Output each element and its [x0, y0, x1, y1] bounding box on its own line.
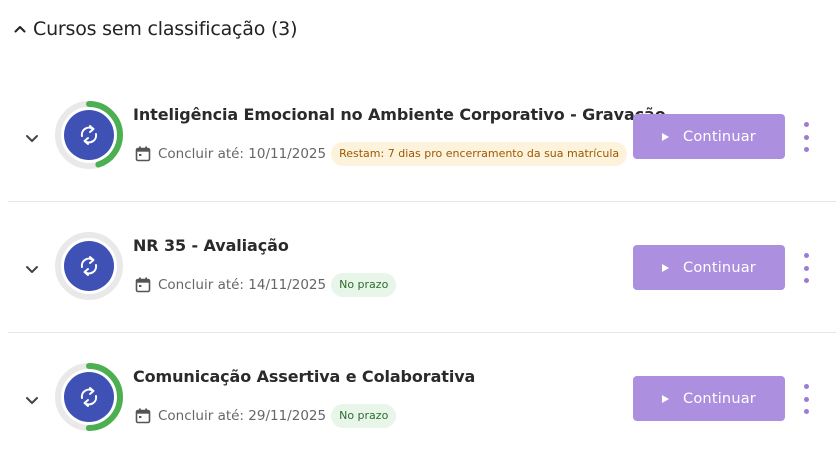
status-badge: No prazo	[331, 273, 397, 297]
section-title: Cursos sem classificação (3)	[33, 18, 298, 40]
course-row: Comunicação Assertiva e Colaborativa Con…	[8, 333, 836, 463]
more-options-icon[interactable]	[799, 253, 813, 283]
chevron-down-icon[interactable]	[22, 390, 42, 410]
continue-button[interactable]: Continuar	[633, 114, 785, 159]
course-meta: Concluir até: 10/11/2025 Restam: 7 dias …	[135, 139, 628, 169]
due-date: Concluir até: 14/11/2025	[158, 277, 327, 293]
progress-ring	[54, 362, 124, 432]
continue-button[interactable]: Continuar	[633, 245, 785, 290]
course-meta: Concluir até: 29/11/2025 No prazo	[135, 401, 397, 431]
calendar-icon	[135, 277, 151, 293]
more-options-icon[interactable]	[799, 122, 813, 152]
chevron-up-icon[interactable]	[13, 22, 27, 36]
progress-ring	[54, 100, 124, 170]
progress-ring	[54, 231, 124, 301]
course-meta: Concluir até: 14/11/2025 No prazo	[135, 270, 397, 300]
calendar-icon	[135, 146, 151, 162]
chevron-down-icon[interactable]	[22, 128, 42, 148]
section-header[interactable]: Cursos sem classificação (3)	[13, 15, 297, 43]
course-title[interactable]: Comunicação Assertiva e Colaborativa	[133, 367, 475, 386]
course-title[interactable]: NR 35 - Avaliação	[133, 236, 289, 255]
course-row: NR 35 - Avaliação Concluir até: 14/11/20…	[8, 202, 836, 332]
play-icon	[662, 263, 670, 272]
continue-button[interactable]: Continuar	[633, 376, 785, 421]
continue-button-label: Continuar	[683, 128, 756, 145]
play-icon	[662, 394, 670, 403]
calendar-icon	[135, 408, 151, 424]
due-date: Concluir até: 29/11/2025	[158, 408, 327, 424]
due-date: Concluir até: 10/11/2025	[158, 146, 327, 162]
status-badge: Restam: 7 dias pro encerramento da sua m…	[331, 142, 628, 166]
chevron-down-icon[interactable]	[22, 259, 42, 279]
course-row: Inteligência Emocional no Ambiente Corpo…	[8, 71, 836, 201]
more-options-icon[interactable]	[799, 384, 813, 414]
continue-button-label: Continuar	[683, 390, 756, 407]
status-badge: No prazo	[331, 404, 397, 428]
play-icon	[662, 132, 670, 141]
course-title[interactable]: Inteligência Emocional no Ambiente Corpo…	[133, 105, 666, 124]
continue-button-label: Continuar	[683, 259, 756, 276]
